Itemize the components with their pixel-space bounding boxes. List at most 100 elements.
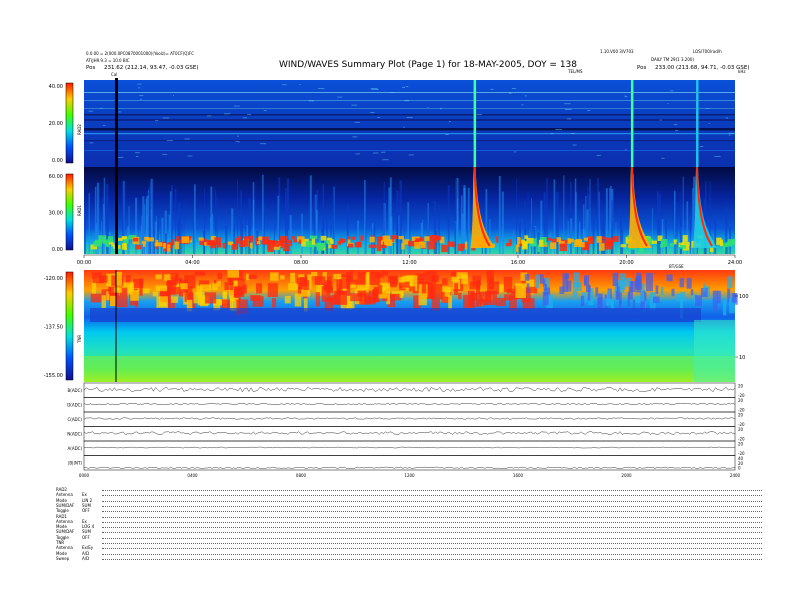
rad1-tick-label: 0.00 <box>52 247 63 253</box>
rad2-speck <box>308 100 315 102</box>
rad1-red-mark <box>176 236 180 242</box>
rad1-streak <box>289 215 292 254</box>
tnr-emission <box>248 274 257 279</box>
tnr-emission <box>610 299 614 310</box>
rad1-streak <box>365 210 367 254</box>
tnr-emission <box>170 273 179 280</box>
footer-key: Sweep <box>56 555 70 561</box>
tnr-emission <box>336 279 343 295</box>
time-axis-tick-label: 20:00 <box>619 260 633 266</box>
rad2-panel <box>84 80 735 167</box>
rad1-red-mark <box>257 241 261 245</box>
tnr-emission <box>399 293 404 298</box>
tnr-emission <box>290 272 296 283</box>
rad2-stripe <box>84 119 735 121</box>
tnr-emission <box>475 292 483 307</box>
tnr-emission <box>315 292 321 307</box>
rad2-speck <box>624 95 626 97</box>
rad1-streak <box>161 217 164 254</box>
line-panel-trace <box>83 446 736 449</box>
rad1-red-mark <box>309 235 318 239</box>
tnr-emission <box>304 280 310 290</box>
rad1-streak <box>398 215 400 254</box>
tnr-emission <box>442 277 448 286</box>
tnr-emission <box>204 292 217 304</box>
tnr-emission <box>390 293 402 301</box>
rad2-speck <box>102 124 106 126</box>
tnr-emission <box>469 281 481 290</box>
line-panel-trace <box>83 402 736 406</box>
rad2-speck <box>137 87 141 89</box>
tnr-emission <box>695 295 702 307</box>
rad1-red-mark <box>354 241 362 248</box>
tnr-emission <box>612 272 619 286</box>
rad2-speck <box>351 104 358 106</box>
tnr-emission <box>627 291 630 307</box>
tnr-emission <box>448 295 452 310</box>
cal-line <box>115 78 118 254</box>
tnr-emission <box>690 289 694 296</box>
bottom-axis-tick-label: 1600 <box>513 473 524 478</box>
rad2-speck <box>140 98 142 100</box>
rad2-speck <box>281 84 287 86</box>
rad1-red-mark <box>369 236 375 243</box>
rad2-speck <box>235 141 239 142</box>
rad1-streak <box>183 203 185 254</box>
line-panel-frame <box>83 411 736 427</box>
rad1-streak <box>399 180 402 254</box>
tnr-emission <box>240 291 245 297</box>
rad2-speck <box>596 155 601 156</box>
tnr-emission <box>408 286 416 292</box>
rad2-speck <box>404 100 410 102</box>
rad2-speck <box>88 110 94 112</box>
footer-dots <box>102 529 762 534</box>
rad2-speck <box>139 95 144 96</box>
line-panel-trace <box>83 417 736 420</box>
rad1-red-mark <box>424 236 430 242</box>
line-panel-frame <box>83 426 736 442</box>
rad1-streak <box>454 222 456 254</box>
rad2-speck <box>511 88 516 89</box>
line-panels: B(ADC)20-20D(ADC)20-20C(ADC)20-20N(ADC)2… <box>67 382 745 471</box>
tnr-emission <box>227 270 239 278</box>
rad2-speck <box>513 151 517 153</box>
rad1-red-mark <box>311 238 316 245</box>
footer-row: Toggle OFF <box>56 535 762 540</box>
footer-row: SUM/DAF SUM <box>56 503 762 508</box>
tnr-emission <box>255 283 263 294</box>
line-panel-label: A(ADC) <box>68 446 83 451</box>
tnr-emission <box>221 299 230 309</box>
rad2-colorbar <box>65 82 74 164</box>
tnr-emission <box>671 288 675 297</box>
rad1-streak <box>556 191 559 254</box>
rad1-streak <box>578 221 581 254</box>
tnr-emission <box>454 283 459 295</box>
rad1-streak <box>674 190 676 254</box>
rad1-red-mark <box>464 241 468 250</box>
tnr-emission <box>155 285 168 292</box>
tnr-emission <box>488 277 494 289</box>
footer-row: Mode A/D <box>56 551 762 556</box>
rad1-streak <box>592 218 595 254</box>
rad1-streak <box>241 224 243 254</box>
rad1-streak <box>665 219 668 254</box>
rad1-red-mark <box>258 236 263 241</box>
tnr-emission <box>101 295 107 308</box>
rad1-streak <box>194 184 196 254</box>
rad1-streak <box>581 212 583 254</box>
tnr-emission <box>731 293 737 303</box>
tnr-emission <box>390 276 397 288</box>
tnr-emission <box>138 278 144 285</box>
rad2-speck <box>229 113 231 115</box>
line-panel-frame <box>83 455 736 471</box>
y-tick-labels: 40.00 20.00 0.00 60.00 30.00 0.00 -120.00 -137.… <box>44 84 63 379</box>
rad1-red-mark <box>102 240 107 245</box>
time-axis-tick-label: 16:00 <box>511 260 525 266</box>
rad2-tick-label: 20.00 <box>49 121 63 127</box>
rad1-red-mark <box>293 239 298 243</box>
footer-row: Toggle OFF <box>56 508 762 513</box>
rad1-streak <box>467 188 470 254</box>
rad1-streak <box>326 218 328 254</box>
tnr-right-tick-label: 100 <box>739 294 749 300</box>
rad1-red-mark <box>268 240 275 245</box>
